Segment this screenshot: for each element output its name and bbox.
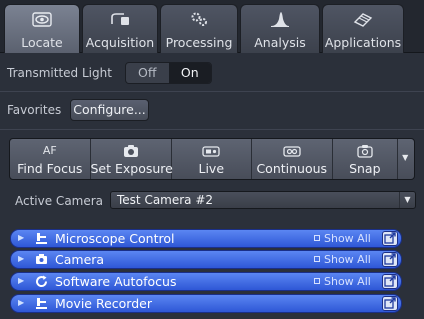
action-label: Snap [349, 161, 381, 176]
expand-arrow-icon[interactable]: ▶ [18, 233, 24, 242]
camera-icon [333, 141, 398, 161]
camera-icon [91, 141, 171, 161]
tab-locate[interactable]: Locate [4, 4, 80, 53]
tab-label: Acquisition [85, 35, 155, 50]
expand-arrow-icon[interactable]: ▶ [18, 254, 24, 263]
divider [0, 129, 424, 130]
panel-title: Software Autofocus [55, 274, 177, 289]
tab-label: Locate [21, 35, 63, 50]
acquisition-icon [83, 9, 157, 31]
tab-processing[interactable]: Processing [160, 4, 238, 53]
open-external-icon [384, 232, 396, 244]
panel-title: Microscope Control [55, 231, 175, 246]
tab-label: Processing [165, 35, 233, 50]
show-all-checkbox[interactable]: Show All [314, 253, 371, 266]
panel-microscope-control[interactable]: ▶ Microscope Control Show All [10, 229, 402, 248]
action-label: Live [198, 161, 225, 176]
transmitted-light-toggle[interactable]: Off On [125, 62, 212, 84]
processing-icon [161, 9, 237, 31]
live-button[interactable]: Live [172, 139, 252, 179]
toggle-off-option[interactable]: Off [126, 63, 169, 83]
tab-label: Applications [324, 35, 402, 50]
panel-camera[interactable]: ▶ Camera Show All [10, 250, 402, 269]
active-camera-label: Active Camera [15, 194, 104, 208]
movie-recorder-icon [35, 297, 48, 310]
panel-title: Camera [55, 252, 105, 267]
transmitted-light-label: Transmitted Light [7, 66, 112, 80]
undock-panel-button[interactable] [382, 252, 398, 267]
video-icon [172, 141, 252, 161]
af-icon: AF [42, 144, 57, 157]
undock-panel-button[interactable] [382, 296, 398, 311]
panel-movie-recorder[interactable]: ▶ Movie Recorder [10, 294, 402, 313]
action-label: Find Focus [17, 161, 83, 176]
expand-arrow-icon[interactable]: ▶ [18, 276, 24, 285]
open-external-icon [384, 297, 396, 309]
tab-acquisition[interactable]: Acquisition [82, 4, 158, 53]
snap-button[interactable]: Snap [333, 139, 399, 179]
toggle-on-option[interactable]: On [168, 63, 211, 83]
configure-button[interactable]: Configure... [70, 99, 149, 121]
favorites-label: Favorites [7, 103, 62, 117]
find-focus-button[interactable]: AF Find Focus [10, 139, 91, 179]
tab-bar: Locate Acquisition Processing Analysis A… [0, 0, 424, 53]
applications-icon [323, 9, 403, 31]
active-camera-value: Test Camera #2 [117, 193, 214, 207]
divider [0, 91, 424, 92]
microscope-icon [35, 232, 48, 245]
panel-title: Movie Recorder [55, 296, 152, 311]
set-exposure-button[interactable]: Set Exposure [90, 139, 173, 179]
eye-icon [5, 9, 79, 31]
chevron-down-icon[interactable]: ▼ [399, 192, 415, 208]
more-actions-dropdown[interactable]: ▼ [398, 139, 414, 179]
action-label: Set Exposure [90, 161, 173, 176]
expand-arrow-icon[interactable]: ▶ [18, 298, 24, 307]
show-all-checkbox[interactable]: Show All [314, 275, 371, 288]
tab-label: Analysis [254, 35, 306, 50]
autofocus-icon [35, 275, 48, 288]
open-external-icon [384, 253, 396, 265]
tab-analysis[interactable]: Analysis [240, 4, 320, 53]
tab-applications[interactable]: Applications [322, 4, 404, 53]
camera-icon [35, 253, 48, 266]
action-label: Continuous [256, 161, 328, 176]
active-camera-select[interactable]: Test Camera #2 ▼ [110, 191, 416, 209]
show-all-checkbox[interactable]: Show All [314, 232, 371, 245]
undock-panel-button[interactable] [382, 231, 398, 246]
chevron-down-icon: ▼ [402, 153, 409, 162]
continuous-button[interactable]: Continuous [252, 139, 333, 179]
acquisition-action-bar: AF Find Focus Set Exposure Live Continuo… [9, 138, 415, 180]
panel-software-autofocus[interactable]: ▶ Software Autofocus Show All [10, 272, 402, 291]
continuous-icon [252, 141, 332, 161]
open-external-icon [384, 275, 396, 287]
undock-panel-button[interactable] [382, 274, 398, 289]
analysis-icon [241, 9, 319, 31]
